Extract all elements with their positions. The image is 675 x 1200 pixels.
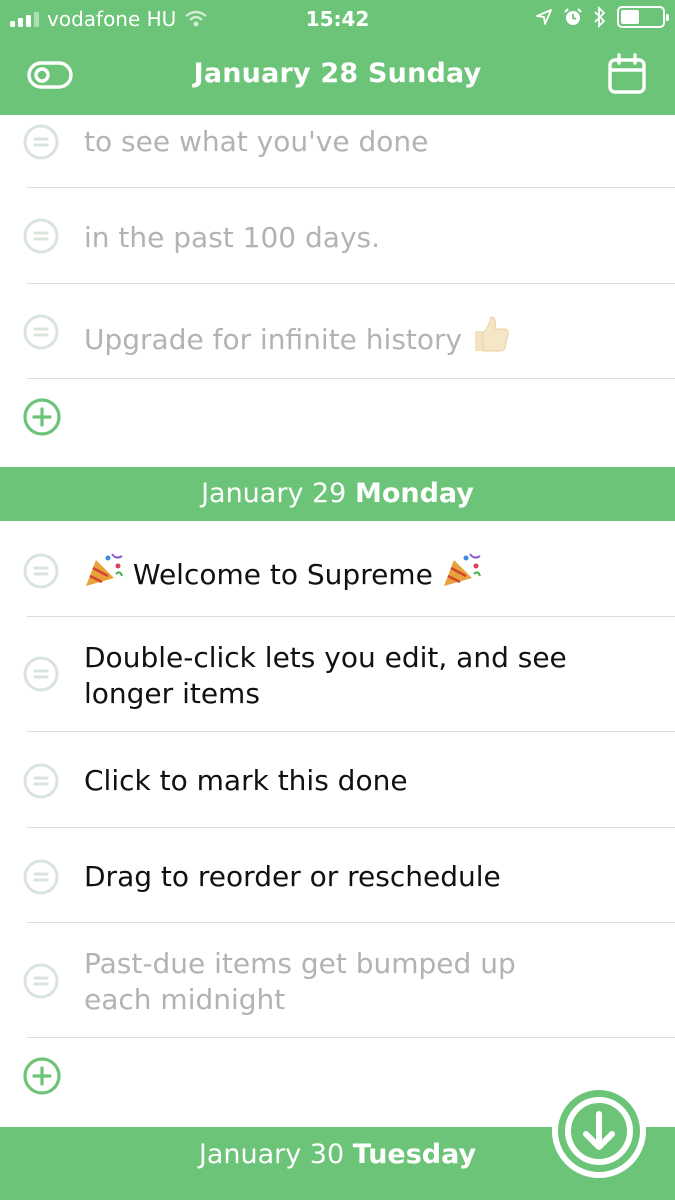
list-item[interactable]: Past-due items get bumped up each midnig… <box>0 923 675 1038</box>
item-text-wrap: Upgrade for infinite history <box>84 315 645 358</box>
add-row[interactable] <box>0 379 675 467</box>
item-text-wrap: Welcome to Supreme <box>84 552 645 593</box>
status-right <box>535 6 669 28</box>
drag-handle-icon[interactable] <box>22 962 60 1000</box>
item-text: Welcome to Supreme <box>132 558 433 591</box>
calendar-icon[interactable] <box>607 52 647 96</box>
item-text: Drag to reorder or reschedule <box>84 860 501 893</box>
day-header-date: January 29 <box>201 478 347 509</box>
day-header-date: January 30 <box>198 1139 345 1170</box>
drag-handle-icon[interactable] <box>22 123 60 161</box>
battery-icon <box>617 6 669 28</box>
item-text: Double-click lets you edit, and see long… <box>84 641 567 710</box>
item-text: Past-due items get bumped up each midnig… <box>84 947 516 1016</box>
day-header-weekday: Tuesday <box>352 1139 477 1170</box>
drag-handle-icon[interactable] <box>22 762 60 800</box>
party-popper-icon <box>443 553 481 586</box>
drag-handle-icon[interactable] <box>22 552 60 590</box>
top-bar: vodafone HU 15:42 January 28 Sunday <box>0 0 675 115</box>
drag-handle-icon[interactable] <box>22 217 60 255</box>
add-circle-icon[interactable] <box>22 397 62 437</box>
bluetooth-icon <box>594 6 606 28</box>
add-circle-icon[interactable] <box>22 1056 62 1096</box>
item-text: Click to mark this done <box>84 764 408 797</box>
item-text: to see what you've done <box>84 125 429 158</box>
drag-handle-icon[interactable] <box>22 858 60 896</box>
list-item[interactable]: in the past 100 days. <box>0 188 675 284</box>
page-title: January 28 Sunday <box>193 58 482 89</box>
list-item[interactable]: Upgrade for infinite history <box>0 284 675 379</box>
app-screen: vodafone HU 15:42 January 28 Sunday to s… <box>0 0 675 1200</box>
list-item[interactable]: to see what you've done <box>0 115 675 188</box>
party-popper-icon <box>86 553 123 586</box>
day-header-weekday: Monday <box>354 478 474 509</box>
alarm-clock-icon <box>564 8 582 25</box>
thumbs-up-icon <box>475 316 509 352</box>
list-item[interactable]: Click to mark this done <box>0 732 675 828</box>
status-bar: vodafone HU 15:42 <box>0 0 675 38</box>
item-text: Upgrade for infinite history <box>84 323 463 356</box>
drag-handle-icon[interactable] <box>22 655 60 693</box>
drag-handle-icon[interactable] <box>22 313 60 351</box>
item-text: in the past 100 days. <box>84 221 381 254</box>
location-arrow-icon <box>536 9 552 25</box>
list-item[interactable]: Welcome to Supreme <box>0 521 675 617</box>
scroll-down-button[interactable] <box>552 1084 646 1178</box>
arrow-down-circle-icon <box>565 1097 633 1165</box>
list-item[interactable]: Drag to reorder or reschedule <box>0 828 675 923</box>
day-header-monday: January 29 Monday <box>0 467 675 521</box>
list-item[interactable]: Double-click lets you edit, and see long… <box>0 617 675 732</box>
